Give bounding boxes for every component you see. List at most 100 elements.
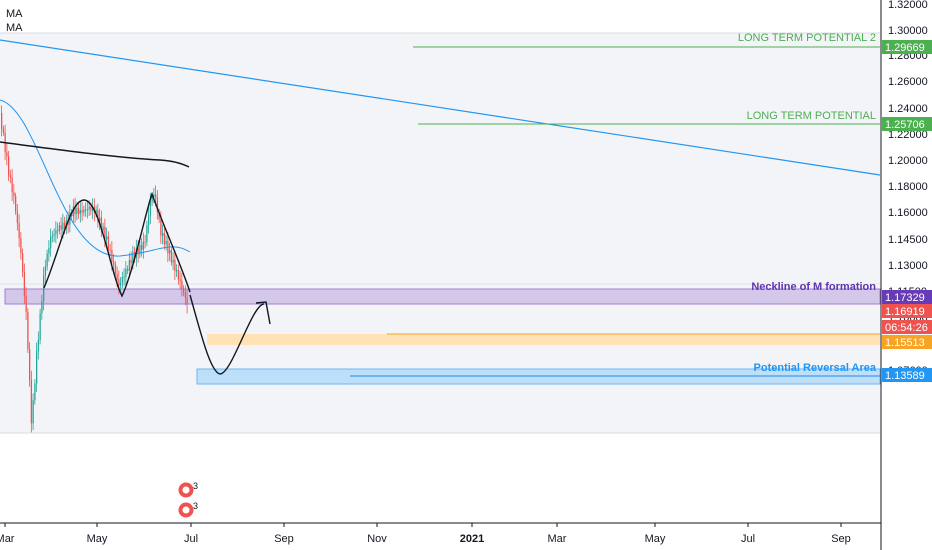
event-count-label[interactable]: 3	[193, 481, 198, 491]
candle-body[interactable]	[53, 234, 55, 236]
neckline-zone[interactable]	[4, 288, 881, 305]
chart-root[interactable]: MA MA LONG TERM POTENTIAL 2 LONG TERM POT…	[0, 0, 932, 550]
candle-body[interactable]	[37, 339, 40, 352]
candle-body[interactable]	[120, 282, 122, 286]
candle-body[interactable]	[160, 219, 162, 236]
candle-body[interactable]	[141, 244, 143, 250]
time-axis-tick-label: May	[645, 533, 666, 545]
candle-body[interactable]	[78, 208, 80, 214]
candle-body[interactable]	[144, 241, 146, 243]
candle-body[interactable]	[18, 223, 20, 239]
candle-body[interactable]	[142, 241, 145, 250]
candle-body[interactable]	[174, 259, 176, 272]
candle-body[interactable]	[11, 177, 13, 193]
event-count-label[interactable]: 3	[193, 501, 198, 511]
candle-body[interactable]	[48, 248, 50, 254]
candle-body[interactable]	[90, 206, 92, 211]
candle-body[interactable]	[123, 277, 125, 279]
candle-body[interactable]	[149, 201, 152, 216]
candle-body[interactable]	[109, 249, 111, 251]
candle-body[interactable]	[39, 313, 41, 340]
candle-body[interactable]	[1, 113, 3, 129]
price-axis-tick-label: 1.13000	[888, 260, 928, 272]
candle-body[interactable]	[155, 194, 157, 198]
candle-body[interactable]	[58, 225, 61, 232]
candle-body[interactable]	[9, 175, 12, 178]
candle-body[interactable]	[15, 196, 17, 212]
candle-body[interactable]	[88, 206, 90, 210]
candle-body[interactable]	[13, 192, 15, 197]
price-axis-tag-label: 1.17329	[885, 292, 925, 304]
chart-annotation-label[interactable]: Potential Reversal Area	[754, 362, 877, 374]
candle-body[interactable]	[179, 279, 181, 281]
candle-body[interactable]	[44, 266, 47, 276]
candle-body[interactable]	[8, 156, 10, 176]
time-axis-tick-label: 2021	[460, 533, 484, 545]
candle-body[interactable]	[181, 280, 183, 289]
chart-annotation-label[interactable]: Neckline of M formation	[751, 281, 876, 293]
candle-body[interactable]	[183, 288, 185, 293]
candle-body[interactable]	[85, 209, 87, 211]
candle-body[interactable]	[41, 301, 43, 314]
candle-body[interactable]	[51, 235, 54, 238]
candle-body[interactable]	[148, 215, 150, 226]
candle-body[interactable]	[177, 269, 180, 280]
candle-body[interactable]	[27, 311, 29, 350]
candle-body[interactable]	[62, 222, 64, 230]
candle-body[interactable]	[29, 349, 31, 380]
candle-body[interactable]	[162, 233, 164, 236]
candle-body[interactable]	[25, 295, 27, 312]
candle-body[interactable]	[186, 297, 188, 305]
chart-annotation-label[interactable]: LONG TERM POTENTIAL 2	[738, 32, 876, 44]
candle-body[interactable]	[170, 250, 173, 263]
candle-body[interactable]	[125, 268, 127, 278]
candle-body[interactable]	[20, 238, 22, 254]
candle-body[interactable]	[146, 225, 148, 242]
candle-body[interactable]	[16, 211, 19, 224]
candle-body[interactable]	[127, 268, 129, 271]
candle-body[interactable]	[79, 210, 82, 214]
candle-body[interactable]	[23, 272, 26, 296]
candle-body[interactable]	[76, 208, 78, 214]
candle-body[interactable]	[169, 250, 171, 254]
candle-body[interactable]	[113, 261, 115, 265]
candle-body[interactable]	[130, 260, 132, 264]
candle-body[interactable]	[172, 259, 174, 263]
candle-body[interactable]	[46, 253, 48, 267]
price-chart[interactable]: LONG TERM POTENTIAL 2 LONG TERM POTENTIAL…	[0, 0, 932, 550]
candle-body[interactable]	[106, 236, 108, 240]
candle-body[interactable]	[55, 230, 57, 235]
candle-body[interactable]	[165, 240, 167, 245]
candle-body[interactable]	[43, 275, 45, 302]
candle-body[interactable]	[6, 152, 8, 157]
candle-body[interactable]	[81, 210, 83, 213]
time-axis-tick-label: Nov	[367, 533, 387, 545]
candle-body[interactable]	[83, 209, 85, 213]
candle-body[interactable]	[2, 128, 5, 133]
candle-body[interactable]	[32, 400, 34, 424]
event-flag-inner	[182, 506, 190, 514]
candle-body[interactable]	[116, 274, 118, 280]
candle-body[interactable]	[128, 260, 131, 271]
candle-body[interactable]	[50, 237, 52, 249]
candle-body[interactable]	[107, 236, 110, 250]
candle-body[interactable]	[176, 269, 178, 272]
candle-body[interactable]	[118, 279, 120, 286]
candle-body[interactable]	[22, 253, 24, 273]
candle-body[interactable]	[57, 230, 59, 232]
candle-body[interactable]	[86, 209, 89, 211]
chart-annotation-label[interactable]: LONG TERM POTENTIAL	[747, 110, 876, 122]
time-axis-tick-label: May	[87, 533, 108, 545]
candle-body[interactable]	[34, 383, 36, 401]
candle-body[interactable]	[114, 264, 117, 275]
candle-body[interactable]	[60, 225, 62, 230]
candle-body[interactable]	[184, 292, 187, 298]
time-axis-tick-label: Mar	[548, 533, 567, 545]
candle-body[interactable]	[36, 351, 38, 384]
price-axis-tick-label: 1.16000	[888, 207, 928, 219]
candle-body[interactable]	[121, 277, 124, 283]
support-zone[interactable]	[207, 334, 880, 345]
candle-body[interactable]	[163, 233, 166, 245]
candle-body[interactable]	[102, 226, 104, 230]
candle-body[interactable]	[30, 379, 33, 424]
